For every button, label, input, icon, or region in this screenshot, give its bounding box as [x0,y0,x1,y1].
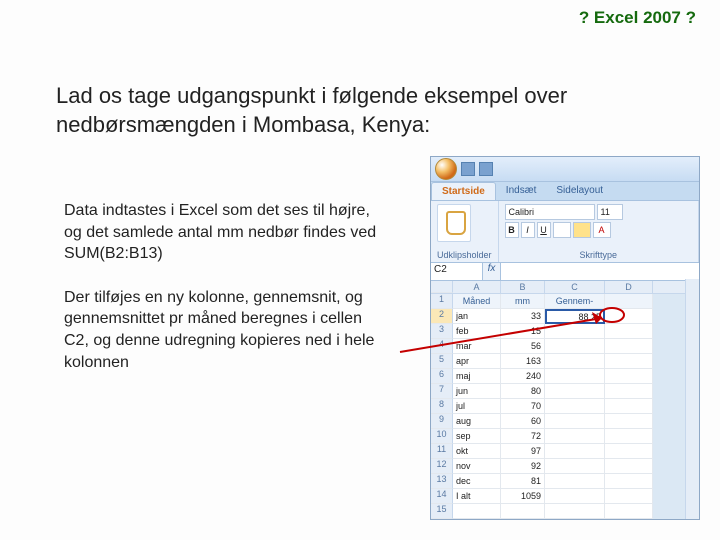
paragraph-1: Data indtastes i Excel som det ses til h… [64,200,384,265]
font-size-field[interactable]: 11 [597,204,623,220]
fill-color-button[interactable] [573,222,591,238]
formula-bar: C2 fx [431,263,699,281]
underline-button[interactable]: U [537,222,551,238]
col-C[interactable]: C [545,281,605,293]
border-button[interactable] [553,222,571,238]
paragraph-2: Der tilføjes en ny kolonne, gennemsnit, … [64,287,384,373]
font-color-button[interactable]: A [593,222,611,238]
excel-window: Startside Indsæt Sidelayout Udklipsholde… [430,156,700,520]
ribbon-group-font: Calibri 11 B I U A Skrifttype [499,201,699,262]
fx-icon[interactable]: fx [483,263,501,280]
select-all[interactable] [431,281,453,293]
intro-text: Lad os tage udgangspunkt i følgende ekse… [56,82,664,139]
tab-startside[interactable]: Startside [431,182,496,200]
tab-sidelayout[interactable]: Sidelayout [546,182,613,200]
office-button[interactable] [435,158,457,180]
col-D[interactable]: D [605,281,653,293]
ribbon-tabs: Startside Indsæt Sidelayout [431,181,699,201]
col-B[interactable]: B [501,281,545,293]
fontgroup-label: Skrifttype [505,250,692,260]
formula-input[interactable] [501,263,699,280]
qat-undo-icon[interactable] [479,162,493,176]
italic-button[interactable]: I [521,222,535,238]
grid: A B C D 1MånedmmGennem-2jan3388.253feb15… [431,281,699,519]
font-name-field[interactable]: Calibri [505,204,595,220]
page-header: ? Excel 2007 ? [579,8,696,28]
clipboard-label: Udklipsholder [437,250,492,260]
vertical-scrollbar[interactable] [685,279,699,519]
excel-titlebar [431,157,699,181]
paste-button[interactable] [437,204,471,242]
tab-indsaet[interactable]: Indsæt [496,182,547,200]
bold-button[interactable]: B [505,222,519,238]
ribbon-group-clipboard: Udklipsholder [431,201,499,262]
ribbon: Udklipsholder Calibri 11 B I U A Skriftt… [431,201,699,263]
name-box[interactable]: C2 [431,263,483,280]
qat-save-icon[interactable] [461,162,475,176]
column-headers: A B C D [431,281,699,294]
col-A[interactable]: A [453,281,501,293]
body-text: Data indtastes i Excel som det ses til h… [64,200,384,395]
